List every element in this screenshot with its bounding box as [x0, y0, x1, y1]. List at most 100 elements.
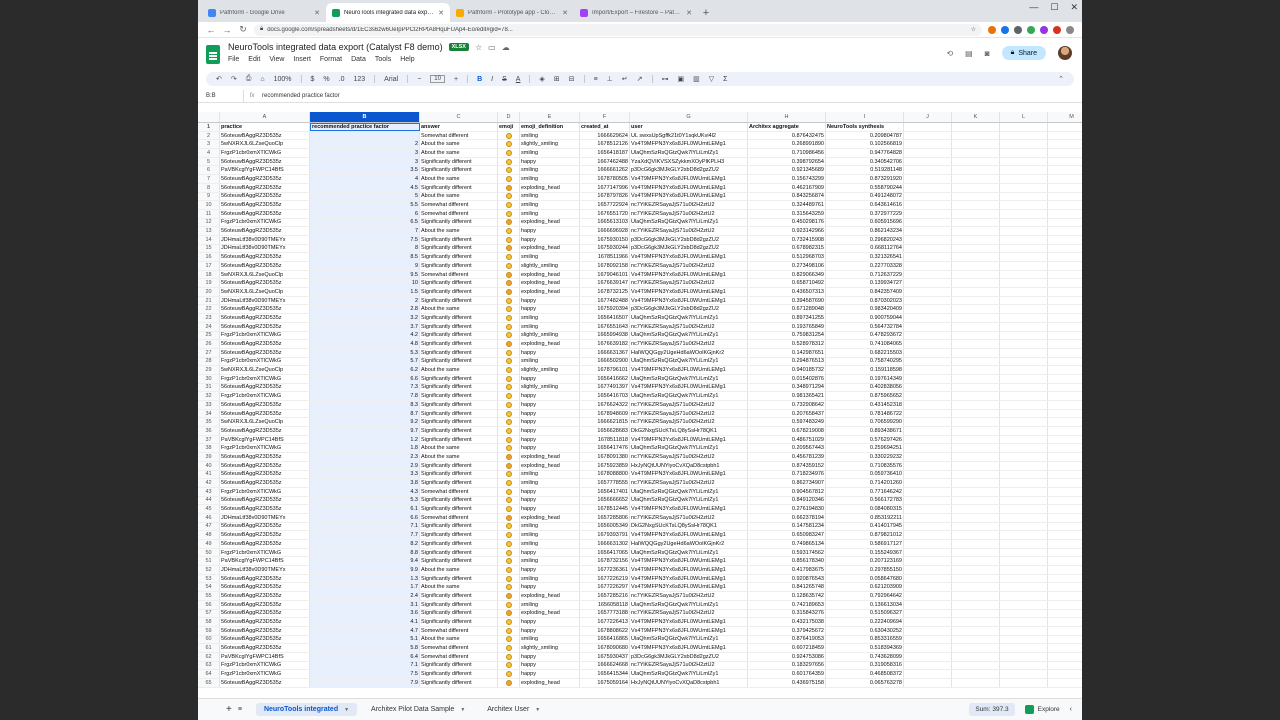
row-header[interactable]: 44: [198, 496, 220, 505]
cell[interactable]: 0.519281148: [826, 166, 904, 175]
cell[interactable]: 0.853316559: [826, 635, 904, 644]
cell[interactable]: 56oteuwBAggRZ3D535z: [220, 540, 310, 548]
cell[interactable]: 7.1: [310, 661, 420, 670]
cell[interactable]: [952, 522, 1000, 531]
cell[interactable]: 1666631367: [580, 348, 630, 357]
cell[interactable]: [1048, 210, 1082, 218]
cloud-status-icon[interactable]: ☁: [502, 43, 510, 52]
cell[interactable]: 0.518394369: [826, 644, 904, 652]
row-header[interactable]: 57: [198, 609, 220, 618]
percent-format-button[interactable]: %: [323, 76, 329, 83]
cell[interactable]: [1000, 540, 1048, 548]
cell[interactable]: exploding_head: [520, 679, 580, 687]
text-wrap-icon[interactable]: ↵: [622, 75, 628, 83]
cell[interactable]: nc7YiKEZRSayaJjS71u0t2H2ztU2: [630, 609, 748, 618]
column-header-C[interactable]: C: [420, 112, 498, 122]
cell[interactable]: HaIWQQGgy2UgeHd6aWOolKGjnKr2: [630, 540, 748, 548]
cell[interactable]: 1678090680: [580, 644, 630, 652]
cell[interactable]: 1.5: [310, 288, 420, 296]
cell[interactable]: 5.5: [310, 201, 420, 209]
sheet-tab[interactable]: Architex Pilot Data Sample ▼: [363, 703, 473, 716]
cell[interactable]: [1000, 583, 1048, 592]
cell[interactable]: 56oteuwBAggRZ3D535z: [220, 262, 310, 270]
cell[interactable]: Significantly different: [420, 557, 498, 566]
cell[interactable]: 56oteuwBAggRZ3D535z: [220, 522, 310, 531]
cell[interactable]: [1000, 409, 1048, 418]
strikethrough-button[interactable]: S: [502, 76, 507, 83]
cell[interactable]: [904, 140, 952, 149]
cell[interactable]: Vs4T9MFPN3Yx6s8JFL0WUmtLEMg1: [630, 296, 748, 305]
cell[interactable]: 3: [310, 157, 420, 166]
cell[interactable]: [1048, 557, 1082, 565]
cell[interactable]: [1048, 236, 1082, 244]
cell[interactable]: Significantly different: [420, 618, 498, 626]
cell[interactable]: 0.742189653: [748, 600, 826, 609]
column-header-D[interactable]: D: [498, 112, 520, 122]
row-header[interactable]: 6: [198, 166, 220, 175]
cell[interactable]: About the same: [420, 175, 498, 183]
cell[interactable]: [1000, 435, 1048, 444]
cell[interactable]: Somewhat different: [420, 626, 498, 635]
cell[interactable]: [1048, 323, 1082, 331]
cell[interactable]: happy: [520, 626, 580, 635]
cell[interactable]: [1000, 401, 1048, 409]
menu-format[interactable]: Format: [320, 56, 342, 63]
row-header[interactable]: 37: [198, 435, 220, 444]
cell[interactable]: [952, 479, 1000, 487]
cell[interactable]: [1048, 644, 1082, 652]
cell[interactable]: Vs4T9MFPN3Yx6s8JFL0WUmtLEMg1: [630, 383, 748, 392]
cell[interactable]: [498, 444, 520, 453]
row-header[interactable]: 12: [198, 218, 220, 227]
cell[interactable]: [904, 322, 952, 331]
cell[interactable]: 56oteuwBAggRZ3D535z: [220, 461, 310, 470]
cell[interactable]: 0.432175038: [748, 618, 826, 626]
cell[interactable]: 0.276194830: [748, 505, 826, 513]
cell[interactable]: Significantly different: [420, 548, 498, 557]
row-header[interactable]: 33: [198, 401, 220, 409]
cell[interactable]: 10: [310, 279, 420, 288]
row-header[interactable]: 16: [198, 253, 220, 261]
cell[interactable]: About the same: [420, 583, 498, 592]
cell[interactable]: 0.874359152: [748, 461, 826, 470]
cell[interactable]: [1000, 270, 1048, 279]
cell[interactable]: [904, 374, 952, 383]
cell[interactable]: Vs4T9MFPN3Yx6s8JFL0WUmtLEMg1: [630, 366, 748, 374]
cell[interactable]: 9.7: [310, 427, 420, 435]
cell[interactable]: 1676551720: [580, 209, 630, 218]
cell[interactable]: [952, 444, 1000, 453]
cell[interactable]: 1677226413: [580, 618, 630, 626]
cell[interactable]: 9: [310, 262, 420, 270]
close-tab-icon[interactable]: ✕: [686, 9, 692, 17]
cell[interactable]: 5wNXRXJL6LZseQuoClp: [220, 270, 310, 279]
cell[interactable]: 0.015402876: [748, 374, 826, 383]
cell[interactable]: 5.3: [310, 496, 420, 505]
cell[interactable]: [1000, 600, 1048, 609]
cell[interactable]: [952, 661, 1000, 670]
row-header[interactable]: 53: [198, 574, 220, 583]
cell[interactable]: [1000, 652, 1048, 661]
cell[interactable]: [1048, 279, 1082, 287]
cell[interactable]: [952, 609, 1000, 618]
cell[interactable]: 0.340542706: [826, 157, 904, 166]
cell[interactable]: [498, 644, 520, 652]
cell[interactable]: 0.193765849: [748, 322, 826, 331]
cell[interactable]: happy: [520, 496, 580, 505]
cell[interactable]: [952, 140, 1000, 149]
cell[interactable]: [952, 652, 1000, 661]
row-header[interactable]: 10: [198, 201, 220, 209]
cell[interactable]: 1656416865: [580, 635, 630, 644]
cell[interactable]: 56oteuwBAggRZ3D535z: [220, 409, 310, 418]
currency-format-button[interactable]: $: [311, 76, 315, 83]
cell[interactable]: FrgzP1cbr0xmXTlCWkG: [220, 218, 310, 227]
cell[interactable]: [952, 235, 1000, 244]
cell[interactable]: 0.207123169: [826, 557, 904, 566]
cell[interactable]: 1679046101: [580, 270, 630, 279]
column-header-G[interactable]: G: [630, 112, 748, 122]
cell[interactable]: [1000, 470, 1048, 479]
cell[interactable]: 0.142987651: [748, 348, 826, 357]
cell[interactable]: [952, 314, 1000, 322]
cell[interactable]: [1048, 418, 1082, 426]
cell[interactable]: [498, 296, 520, 305]
cell[interactable]: p3DcG6gk3MJkGLY2sbD8d2gzZU2: [630, 244, 748, 253]
cell[interactable]: FrgzP1cbr0xmXTlCWkG: [220, 392, 310, 400]
